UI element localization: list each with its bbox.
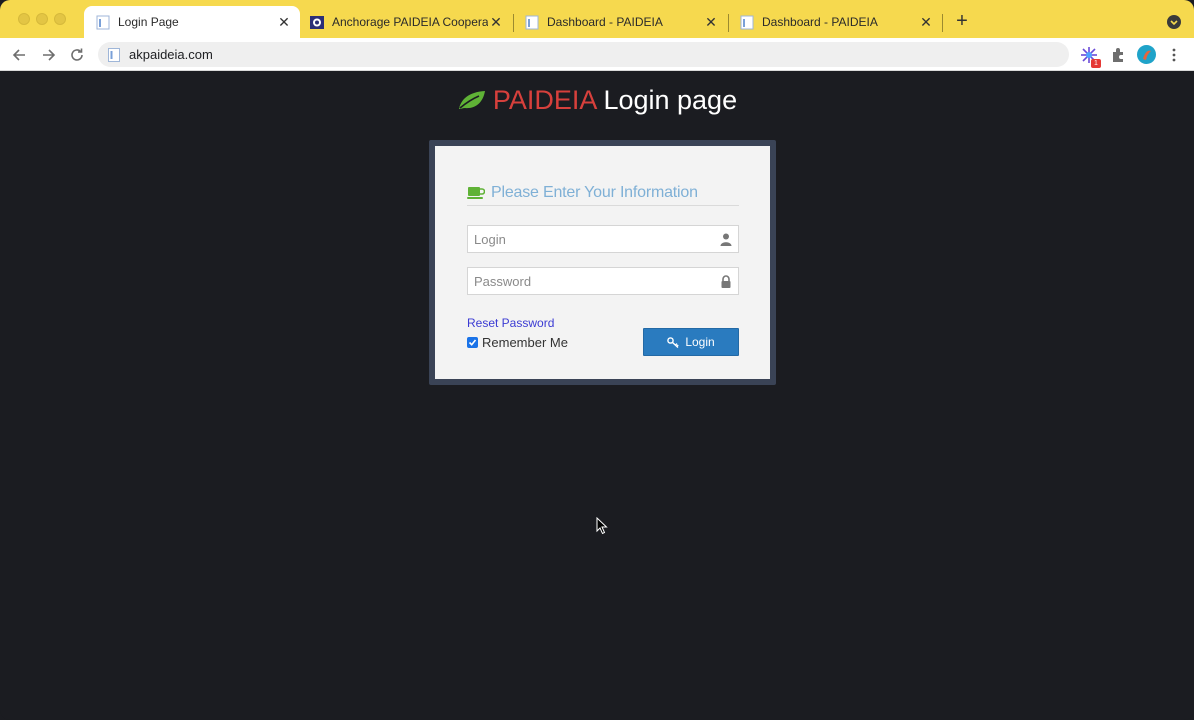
login-panel: Please Enter Your Information Reset Pass… <box>435 146 770 379</box>
tab-dashboard-1[interactable]: Dashboard - PAIDEIA ✕ <box>513 6 727 38</box>
extensions-puzzle-icon[interactable] <box>1109 46 1127 64</box>
form-heading-text: Please Enter Your Information <box>491 183 698 201</box>
tab-title: Anchorage PAIDEIA Cooperativ <box>332 15 488 29</box>
tab-title: Dashboard - PAIDEIA <box>762 15 878 29</box>
new-tab-button[interactable]: + <box>952 11 972 32</box>
page-info-icon[interactable] <box>108 47 120 62</box>
mouse-cursor-icon <box>596 517 608 535</box>
tab-login-page[interactable]: Login Page ✕ <box>84 6 300 38</box>
page-title: PAIDEIA Login page <box>0 84 1194 116</box>
form-heading: Please Enter Your Information <box>467 180 739 206</box>
tab-search-icon[interactable] <box>1167 15 1181 29</box>
login-panel-frame: Please Enter Your Information Reset Pass… <box>429 140 776 385</box>
page-favicon-icon <box>96 15 110 29</box>
lock-icon <box>721 275 731 288</box>
page-favicon-icon <box>740 15 754 29</box>
tab-title: Dashboard - PAIDEIA <box>547 15 663 29</box>
login-field[interactable] <box>467 225 739 253</box>
leaf-icon <box>458 91 485 109</box>
tab-dashboard-2[interactable]: Dashboard - PAIDEIA ✕ <box>728 6 942 38</box>
title-text: Login page <box>595 85 738 115</box>
user-icon <box>720 233 732 246</box>
tab-bar: Login Page ✕ Anchorage PAIDEIA Cooperati… <box>0 0 1194 38</box>
tab-close-icon[interactable]: ✕ <box>703 14 719 30</box>
reset-password-link[interactable]: Reset Password <box>467 316 554 330</box>
brand-name: PAIDEIA <box>492 85 596 115</box>
tab-anchorage-paideia[interactable]: Anchorage PAIDEIA Cooperativ ✕ <box>298 6 512 38</box>
menu-kebab-icon[interactable] <box>1168 46 1180 64</box>
login-input[interactable] <box>468 226 738 252</box>
reload-icon[interactable] <box>66 44 88 66</box>
page-favicon-icon <box>525 15 539 29</box>
tab-title: Login Page <box>118 15 179 29</box>
tab-separator <box>942 14 943 32</box>
login-button-label: Login <box>685 335 715 349</box>
forward-icon[interactable] <box>37 44 59 66</box>
remember-me[interactable]: Remember Me <box>467 335 568 350</box>
key-icon <box>667 336 679 348</box>
tab-close-icon[interactable]: ✕ <box>276 14 292 30</box>
site-favicon-icon <box>310 15 324 29</box>
remember-me-label: Remember Me <box>482 335 568 350</box>
browser-window: Login Page ✕ Anchorage PAIDEIA Cooperati… <box>0 0 1194 720</box>
tab-close-icon[interactable]: ✕ <box>488 14 504 30</box>
password-field[interactable] <box>467 267 739 295</box>
extension-badge: 1 <box>1091 59 1101 68</box>
coffee-cup-icon <box>467 187 485 199</box>
address-bar[interactable]: akpaideia.com <box>98 42 1069 67</box>
password-input[interactable] <box>468 268 738 294</box>
address-url: akpaideia.com <box>129 47 213 62</box>
window-close-dot[interactable] <box>18 13 30 25</box>
tab-close-icon[interactable]: ✕ <box>918 14 934 30</box>
login-button[interactable]: Login <box>643 328 739 356</box>
back-icon[interactable] <box>9 44 31 66</box>
window-minimize-dot[interactable] <box>36 13 48 25</box>
profile-avatar[interactable] <box>1137 45 1156 64</box>
checkmark-icon <box>468 339 477 346</box>
browser-toolbar: akpaideia.com <box>0 38 1194 71</box>
remember-me-checkbox[interactable] <box>467 337 478 348</box>
window-zoom-dot[interactable] <box>54 13 66 25</box>
